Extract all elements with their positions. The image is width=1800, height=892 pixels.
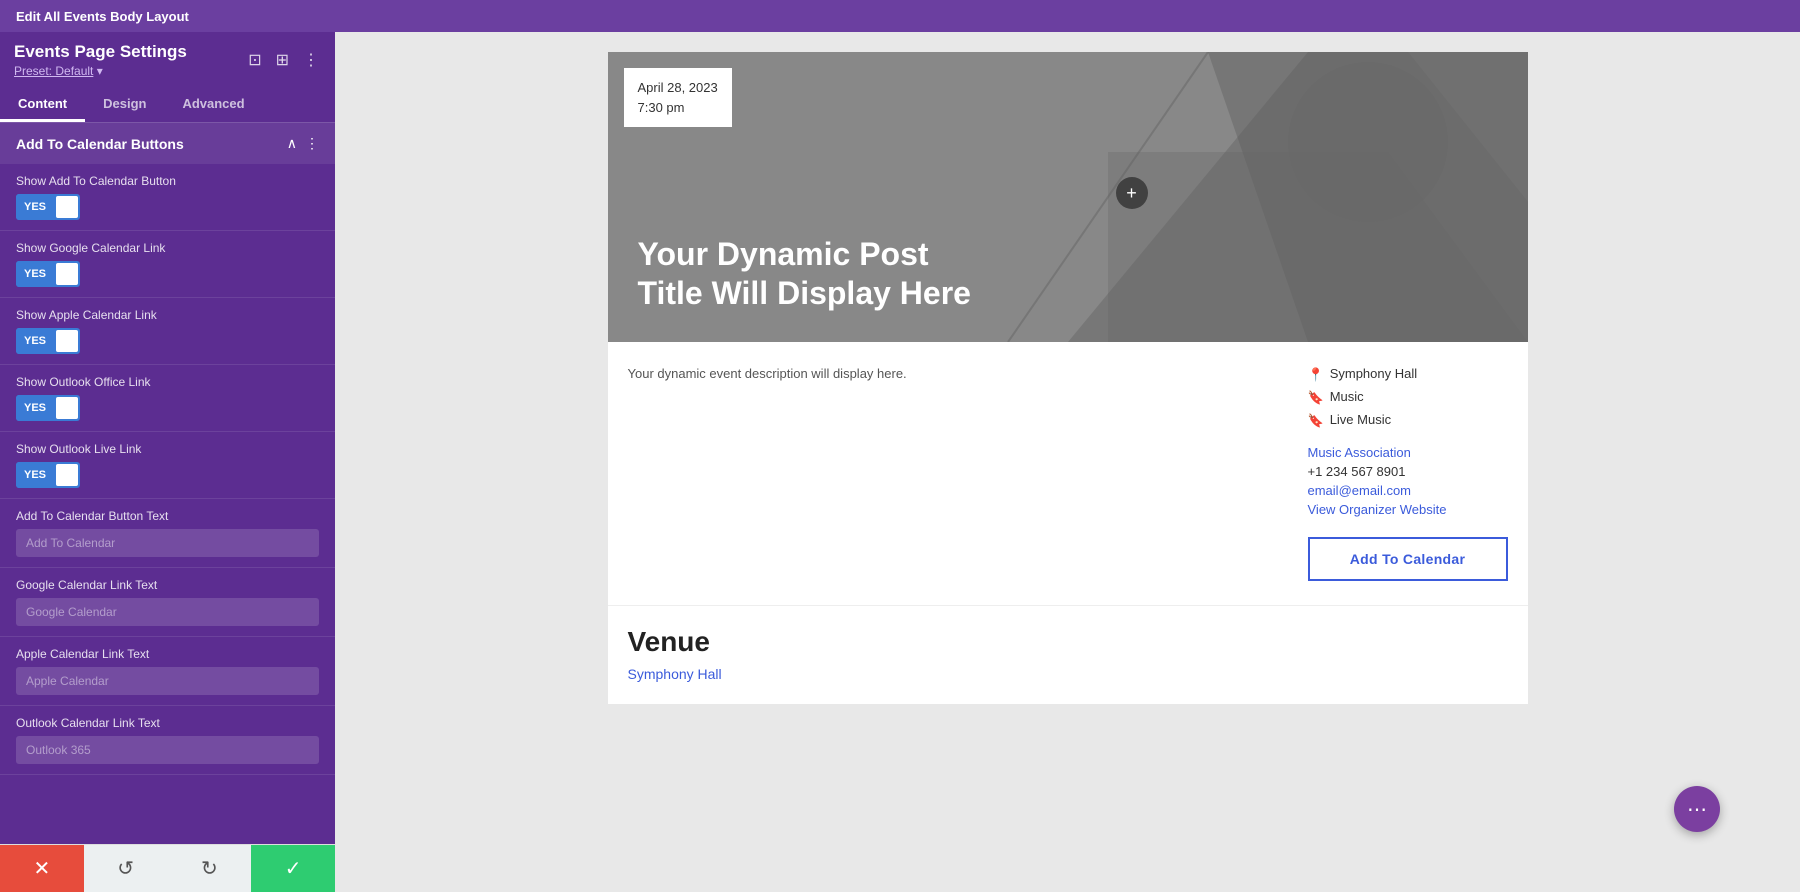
organizer-name-link[interactable]: Music Association: [1308, 445, 1508, 460]
location-text: Symphony Hall: [1330, 366, 1417, 381]
date-line2: 7:30 pm: [638, 98, 718, 118]
venue-section: Venue Symphony Hall: [608, 605, 1528, 704]
field-label-show-add-to-calendar: Show Add To Calendar Button: [16, 174, 319, 188]
location-icon: 📍: [1308, 367, 1324, 383]
tab-design[interactable]: Design: [85, 88, 164, 122]
category-text-1: Music: [1330, 389, 1364, 404]
input-google-calendar-text[interactable]: [16, 598, 319, 626]
input-apple-calendar-text[interactable]: [16, 667, 319, 695]
header-icons: ⊡ ⊞ ⋮: [246, 48, 321, 72]
sidebar-tabs: Content Design Advanced: [0, 88, 335, 123]
confirm-button[interactable]: ✓: [251, 845, 335, 892]
category-icon-2: 🔖: [1308, 413, 1324, 429]
field-label-outlook-live: Show Outlook Live Link: [16, 442, 319, 456]
section-header-add-to-calendar: Add To Calendar Buttons ∧ ⋮: [0, 123, 335, 164]
field-show-google-calendar: Show Google Calendar Link YES: [0, 231, 335, 298]
redo-button[interactable]: ↻: [168, 845, 252, 892]
top-bar: Edit All Events Body Layout: [0, 0, 1800, 32]
field-label-apple-calendar: Show Apple Calendar Link: [16, 308, 319, 322]
event-body: Your dynamic event description will disp…: [608, 342, 1528, 605]
info-category-music: 🔖 Music: [1308, 389, 1508, 406]
sidebar-header: Events Page Settings Preset: Default ▾ ⊡…: [0, 32, 335, 84]
tab-advanced[interactable]: Advanced: [164, 88, 262, 122]
sidebar-title: Events Page Settings: [14, 42, 187, 62]
add-to-calendar-button[interactable]: Add To Calendar: [1308, 537, 1508, 581]
info-links: Music Association +1 234 567 8901 email@…: [1308, 445, 1508, 517]
undo-button[interactable]: ↺: [84, 845, 168, 892]
tab-content[interactable]: Content: [0, 88, 85, 122]
layout-icon[interactable]: ⊞: [274, 48, 291, 72]
event-card: April 28, 2023 7:30 pm Your Dynamic Post…: [608, 52, 1528, 704]
input-outlook-calendar-text[interactable]: [16, 736, 319, 764]
sidebar-preset[interactable]: Preset: Default ▾: [14, 64, 187, 78]
toggle-show-add-to-calendar[interactable]: YES: [16, 194, 80, 220]
field-apple-calendar-text: Apple Calendar Link Text: [0, 637, 335, 706]
field-label-outlook-calendar-text: Outlook Calendar Link Text: [16, 716, 319, 730]
top-bar-title: Edit All Events Body Layout: [16, 9, 189, 24]
field-label-google-calendar: Show Google Calendar Link: [16, 241, 319, 255]
field-google-calendar-text: Google Calendar Link Text: [0, 568, 335, 637]
date-line1: April 28, 2023: [638, 78, 718, 98]
focus-mode-icon[interactable]: ⊡: [246, 48, 263, 72]
canvas-area: April 28, 2023 7:30 pm Your Dynamic Post…: [335, 32, 1800, 892]
event-hero: April 28, 2023 7:30 pm Your Dynamic Post…: [608, 52, 1528, 342]
field-outlook-calendar-text: Outlook Calendar Link Text: [0, 706, 335, 775]
field-label-apple-calendar-text: Apple Calendar Link Text: [16, 647, 319, 661]
event-title: Your Dynamic Post Title Will Display Her…: [638, 235, 978, 312]
field-add-to-calendar-text: Add To Calendar Button Text: [0, 499, 335, 568]
toggle-outlook-live[interactable]: YES: [16, 462, 80, 488]
field-show-apple-calendar: Show Apple Calendar Link YES: [0, 298, 335, 365]
collapse-icon[interactable]: ∧: [287, 135, 297, 152]
toggle-outlook-office[interactable]: YES: [16, 395, 80, 421]
category-text-2: Live Music: [1330, 412, 1391, 427]
fab-button[interactable]: ⋯: [1674, 786, 1720, 832]
toggle-google-calendar[interactable]: YES: [16, 261, 80, 287]
venue-section-title: Venue: [628, 626, 1508, 658]
info-location: 📍 Symphony Hall: [1308, 366, 1508, 383]
bottom-bar: ✕ ↺ ↻ ✓: [0, 844, 335, 892]
date-badge: April 28, 2023 7:30 pm: [624, 68, 732, 127]
category-icon-1: 🔖: [1308, 390, 1324, 406]
event-description: Your dynamic event description will disp…: [628, 366, 1278, 581]
more-options-icon[interactable]: ⋮: [301, 48, 321, 72]
input-add-to-calendar-text[interactable]: [16, 529, 319, 557]
sidebar: Events Page Settings Preset: Default ▾ ⊡…: [0, 32, 335, 892]
website-link[interactable]: View Organizer Website: [1308, 502, 1508, 517]
field-label-google-calendar-text: Google Calendar Link Text: [16, 578, 319, 592]
field-label-outlook-office: Show Outlook Office Link: [16, 375, 319, 389]
email-link[interactable]: email@email.com: [1308, 483, 1508, 498]
section-more-icon[interactable]: ⋮: [305, 135, 319, 152]
toggle-apple-calendar[interactable]: YES: [16, 328, 80, 354]
phone-text: +1 234 567 8901: [1308, 464, 1508, 479]
field-show-outlook-office: Show Outlook Office Link YES: [0, 365, 335, 432]
field-show-outlook-live: Show Outlook Live Link YES: [0, 432, 335, 499]
field-label-add-to-calendar-text: Add To Calendar Button Text: [16, 509, 319, 523]
add-element-button[interactable]: +: [1116, 177, 1148, 209]
venue-link[interactable]: Symphony Hall: [628, 666, 722, 682]
close-button[interactable]: ✕: [0, 845, 84, 892]
event-info-sidebar: 📍 Symphony Hall 🔖 Music 🔖 Live Music Mus…: [1308, 366, 1508, 581]
info-category-live-music: 🔖 Live Music: [1308, 412, 1508, 429]
field-show-add-to-calendar: Show Add To Calendar Button YES: [0, 164, 335, 231]
sidebar-content: Add To Calendar Buttons ∧ ⋮ Show Add To …: [0, 123, 335, 844]
section-title: Add To Calendar Buttons: [16, 136, 184, 152]
